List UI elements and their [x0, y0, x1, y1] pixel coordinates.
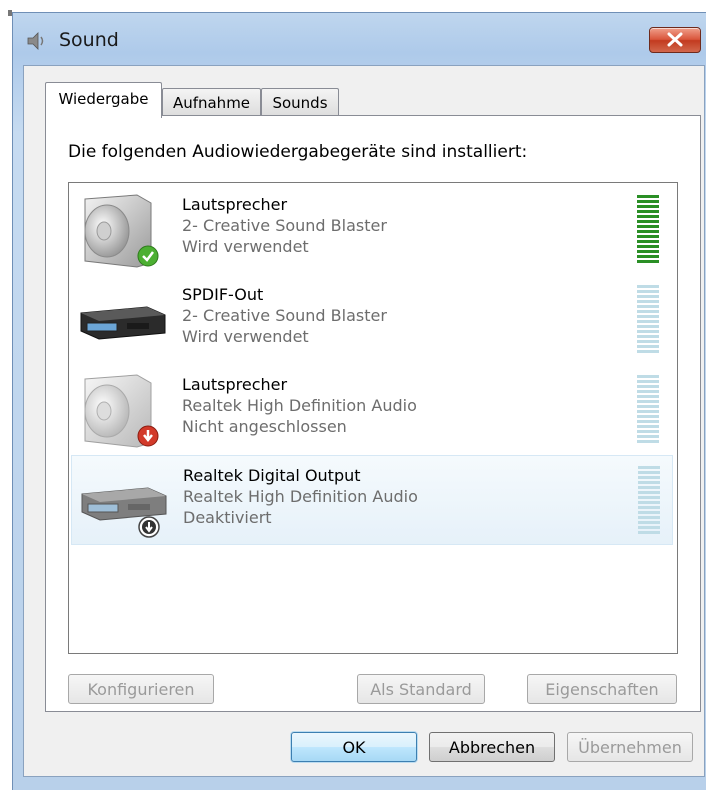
device-row-spdif-out[interactable]: SPDIF-Out 2- Creative Sound Blaster Wird… — [71, 275, 671, 363]
device-row-lautsprecher-realtek[interactable]: Lautsprecher Realtek High Definition Aud… — [71, 365, 671, 453]
title-bar[interactable]: Sound — [13, 13, 706, 65]
device-status: Nicht angeschlossen — [182, 417, 347, 436]
playback-device-list[interactable]: Lautsprecher 2- Creative Sound Blaster W… — [68, 182, 678, 654]
volume-level-meter — [637, 375, 659, 445]
device-status: Deaktiviert — [183, 508, 272, 527]
device-row-lautsprecher-creative[interactable]: Lautsprecher 2- Creative Sound Blaster W… — [71, 185, 671, 273]
device-status: Wird verwendet — [182, 237, 309, 256]
speaker-title-icon — [27, 32, 44, 50]
device-driver: 2- Creative Sound Blaster — [182, 306, 387, 325]
cancel-button[interactable]: Abbrechen — [429, 732, 555, 762]
device-list-caption: Die folgenden Audiowiedergabegeräte sind… — [68, 142, 528, 162]
unplugged-icon — [137, 425, 159, 447]
default-check-icon — [137, 245, 159, 267]
set-default-button[interactable]: Als Standard — [357, 674, 485, 704]
close-button[interactable] — [649, 27, 701, 53]
volume-level-meter — [637, 195, 659, 265]
device-name: Realtek Digital Output — [183, 466, 361, 485]
digital-output-icon — [80, 306, 166, 340]
properties-button[interactable]: Eigenschaften — [527, 674, 677, 704]
ok-button[interactable]: OK — [291, 732, 417, 762]
device-driver: Realtek High Definition Audio — [183, 487, 418, 506]
device-driver: 2- Creative Sound Blaster — [182, 216, 387, 235]
device-row-realtek-digital-output[interactable]: Realtek Digital Output Realtek High Defi… — [71, 455, 673, 545]
volume-level-meter — [637, 285, 659, 355]
tab-wiedergabe[interactable]: Wiedergabe — [45, 82, 162, 118]
volume-level-meter — [638, 466, 660, 536]
disabled-icon — [138, 516, 160, 538]
playback-panel: Die folgenden Audiowiedergabegeräte sind… — [45, 115, 701, 712]
apply-button[interactable]: Übernehmen — [567, 732, 693, 762]
device-name: SPDIF-Out — [182, 285, 264, 304]
close-icon — [667, 32, 683, 47]
configure-button[interactable]: Konfigurieren — [68, 674, 214, 704]
device-name: Lautsprecher — [182, 375, 288, 394]
device-name: Lautsprecher — [182, 195, 288, 214]
tab-aufnahme[interactable]: Aufnahme — [162, 88, 261, 117]
sound-dialog: Sound Wiedergabe Aufnahme Sounds Die fol… — [12, 12, 706, 790]
dialog-client-area: Wiedergabe Aufnahme Sounds Die folgenden… — [23, 65, 705, 777]
tab-sounds[interactable]: Sounds — [261, 88, 339, 117]
window-title: Sound — [59, 29, 119, 51]
device-driver: Realtek High Definition Audio — [182, 396, 417, 415]
device-status: Wird verwendet — [182, 327, 309, 346]
